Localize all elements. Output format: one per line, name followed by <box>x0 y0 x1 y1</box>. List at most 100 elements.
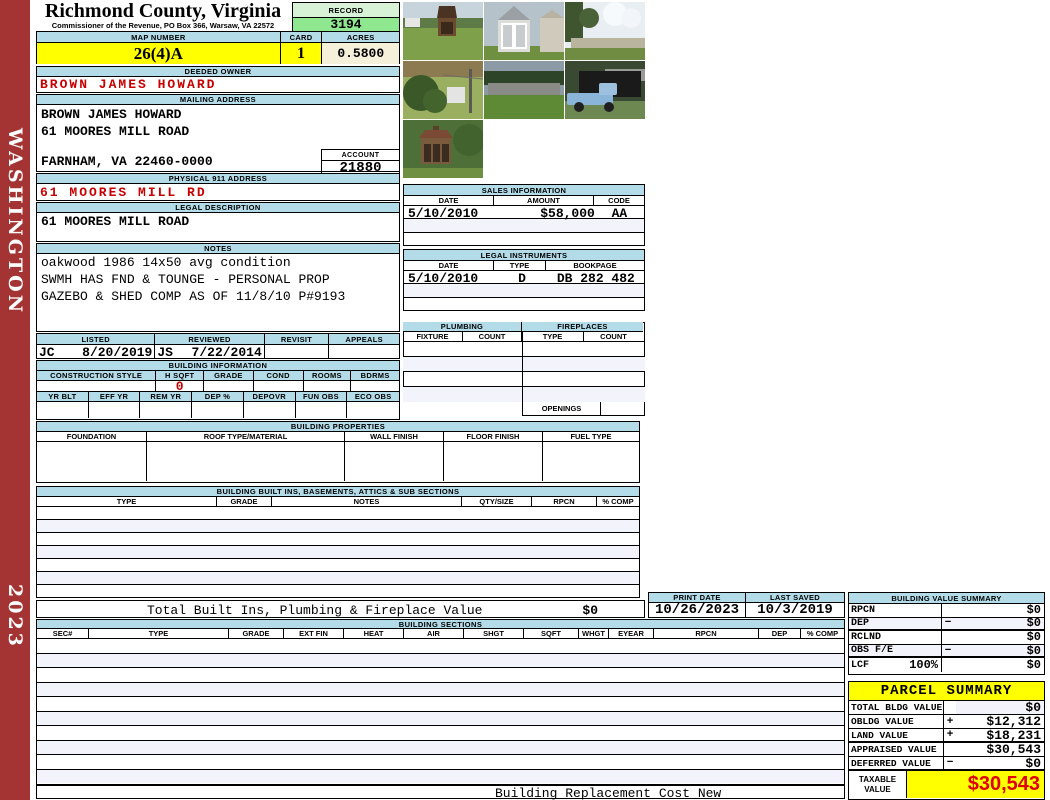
photo-mobile-home-lawn[interactable] <box>484 61 564 119</box>
map-number-label: MAP NUMBER <box>37 32 281 43</box>
wall-finish-value <box>345 442 444 481</box>
empty-row <box>403 342 645 357</box>
sec-shgt-label: SHGT <box>464 629 524 638</box>
deferred-value: $0 <box>1025 757 1041 769</box>
builtin-notes-label: NOTES <box>272 497 462 506</box>
obldg-value: $12,312 <box>986 715 1041 728</box>
openings-label: OPENINGS <box>523 402 601 415</box>
notes-box: oakwood 1986 14x50 avg condition SWMH HA… <box>36 254 400 332</box>
footer-row: Building Replacement Cost New <box>36 785 845 800</box>
bvs-obs-label: OBS F/E <box>849 644 942 657</box>
sec-num-label: SEC# <box>37 629 89 638</box>
photo-gazebo-yard[interactable] <box>403 2 483 60</box>
built-ins-title: BUILDING BUILT INS, BASEMENTS, ATTICS & … <box>36 486 640 497</box>
bvs-lcf-percent: 100% <box>909 658 938 672</box>
building-value-summary-title: BUILDING VALUE SUMMARY <box>849 593 1044 604</box>
acres-value: 0.5800 <box>322 43 400 64</box>
photo-bush-fence[interactable] <box>403 61 483 119</box>
empty-row <box>37 639 844 654</box>
floor-finish-value <box>444 442 543 481</box>
fun-obs-value <box>296 402 348 418</box>
listed-by: JC <box>39 345 55 359</box>
deferred-value-label: DEFERRED VALUE <box>849 757 944 769</box>
empty-row <box>404 298 644 311</box>
bvs-row: RPCN $0 <box>849 604 1044 618</box>
construction-style-value <box>37 381 157 391</box>
photo-blue-truck[interactable] <box>565 61 645 119</box>
legal-instruments-table: LEGAL INSTRUMENTS DATE TYPE BOOKPAGE 5/1… <box>403 249 645 311</box>
builtin-type-label: TYPE <box>37 497 217 506</box>
instrument-date-value: 5/10/2010 <box>408 271 479 286</box>
empty-row <box>37 740 844 755</box>
reviewed-by: JS <box>157 345 173 359</box>
empty-row <box>37 507 639 520</box>
fuel-type-value <box>543 442 639 481</box>
total-bldg-value: $0 <box>956 701 1044 714</box>
sec-extfin-label: EXT FIN <box>284 629 344 638</box>
print-date-value: 10/26/2023 <box>649 603 746 617</box>
cond-value <box>254 381 304 391</box>
land-value-op: + <box>946 729 954 741</box>
photo-mobile-home-trees[interactable] <box>565 2 645 60</box>
bvs-lcf-op <box>942 658 954 672</box>
sidebar-county-label: WASHINGTON <box>4 128 26 316</box>
bvs-rpcn-label: RPCN <box>849 604 942 617</box>
year-sidebar: WASHINGTON 2023 <box>0 0 30 800</box>
bvs-dep-label: DEP <box>849 617 942 630</box>
notes-line3: GAZEBO & SHED COMP AS OF 11/8/10 P#9193 <box>41 289 346 304</box>
bdrms-label: BDRMS <box>351 371 400 380</box>
sec-sqft-label: SQFT <box>524 629 579 638</box>
page-title: Richmond County, Virginia <box>44 0 282 22</box>
plumbing-title: PLUMBING <box>403 322 522 332</box>
photo-gazebo-closeup[interactable] <box>403 120 483 178</box>
deeded-owner-label: DEEDED OWNER <box>36 66 400 77</box>
bvs-rclnd-op <box>942 631 954 644</box>
sales-date-value: 5/10/2010 <box>408 206 479 221</box>
physical-address-label: PHYSICAL 911 ADDRESS <box>36 173 400 184</box>
photo-white-shed[interactable] <box>484 2 564 60</box>
sec-dep-label: DEP <box>759 629 801 638</box>
parcel-row: LAND VALUE + $18,231 <box>849 729 1044 743</box>
print-info-table: PRINT DATE LAST SAVED 10/26/2023 10/3/20… <box>648 592 845 618</box>
empty-row <box>403 357 645 372</box>
building-sections-title: BUILDING SECTIONS <box>36 619 845 629</box>
wall-finish-label: WALL FINISH <box>345 432 444 441</box>
appeals-label: APPEALS <box>329 334 399 345</box>
sec-heat-label: HEAT <box>344 629 404 638</box>
sales-information-table: SALES INFORMATION DATE AMOUNT CODE 5/10/… <box>403 184 645 246</box>
builtin-comp-label: % COMP <box>602 497 634 506</box>
fixture-count-label: COUNT <box>463 332 522 341</box>
land-value-label: LAND VALUE <box>849 729 944 741</box>
bvs-dep-op: − <box>944 617 952 630</box>
parcel-row: OBLDG VALUE + $12,312 <box>849 715 1044 729</box>
footer-label: Building Replacement Cost New <box>495 786 722 800</box>
page-subtitle: Commissioner of the Revenue, PO Box 366,… <box>51 21 275 30</box>
instrument-date-label: DATE <box>404 261 494 270</box>
card-value: 1 <box>280 43 323 64</box>
grade-value <box>204 381 254 391</box>
legal-description-value: 61 MOORES MILL ROAD <box>41 214 190 229</box>
rem-yr-label: REM YR <box>140 392 193 401</box>
sec-grade-label: GRADE <box>229 629 284 638</box>
instrument-row: 5/10/2010 D DB 282 482 <box>404 271 644 286</box>
mailing-line2: 61 MOORES MILL ROAD <box>41 124 190 139</box>
floor-finish-label: FLOOR FINISH <box>444 432 543 441</box>
taxable-value-row: TAXABLE VALUE $30,543 <box>849 771 1044 798</box>
empty-row <box>404 284 644 298</box>
empty-row <box>37 668 844 683</box>
listed-date: 8/20/2019 <box>82 345 153 359</box>
grade-label: GRADE <box>204 371 254 380</box>
fireplace-type-label: TYPE <box>522 332 584 341</box>
listed-label: LISTED <box>37 334 156 345</box>
legal-description-box: 61 MOORES MILL ROAD <box>36 213 400 242</box>
empty-row <box>37 697 844 712</box>
last-saved-label: LAST SAVED <box>746 593 844 603</box>
appraised-value-label: APPRAISED VALUE <box>849 743 944 756</box>
mailing-line1: BROWN JAMES HOWARD <box>41 107 182 122</box>
building-sections-table: SEC# TYPE GRADE EXT FIN HEAT AIR SHGT SQ… <box>36 629 845 785</box>
taxable-value: $30,543 <box>907 771 1044 798</box>
map-card-acres-table: MAP NUMBER CARD ACRES 26(4)A 1 0.5800 <box>36 31 400 64</box>
sales-date-label: DATE <box>404 196 494 205</box>
instrument-bookpage-value: DB 282 482 <box>556 271 635 286</box>
deferred-value-op: − <box>946 757 954 769</box>
